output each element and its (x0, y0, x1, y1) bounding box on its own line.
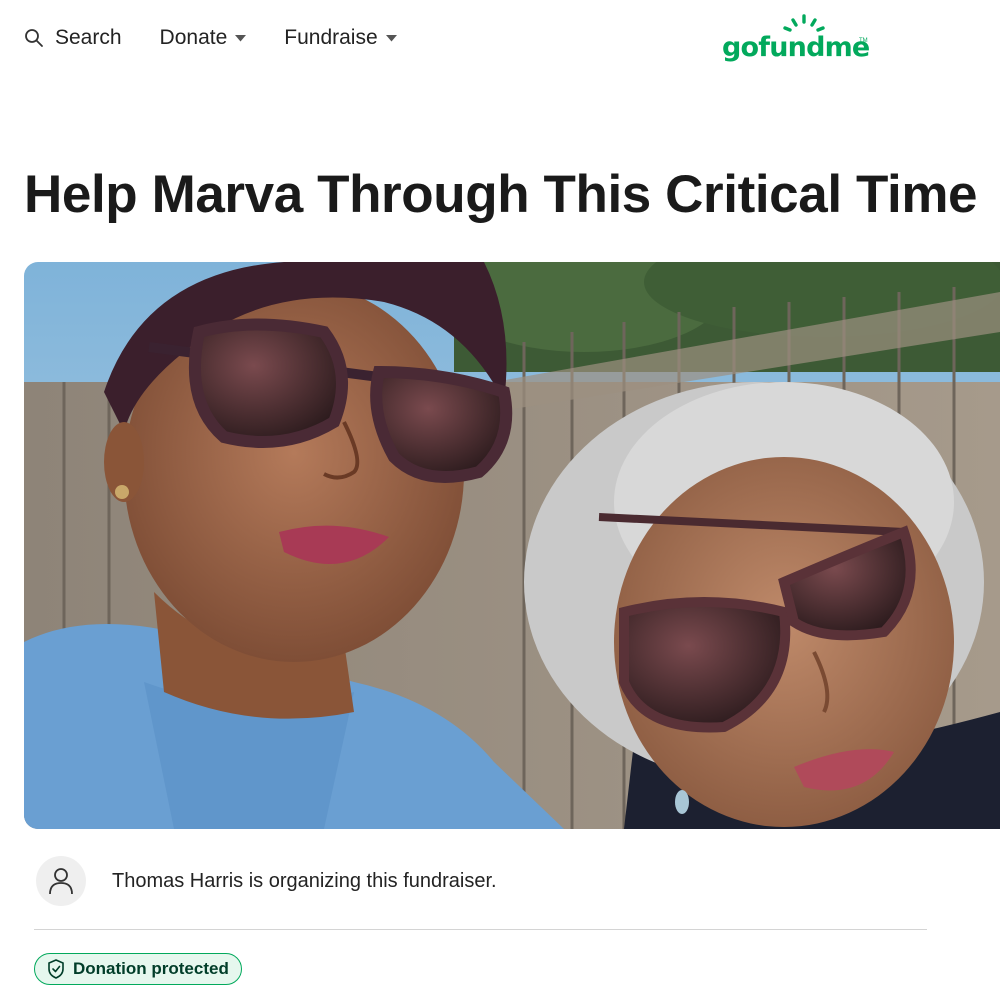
page-title: Help Marva Through This Critical Time (24, 165, 978, 224)
fundraiser-page: Search Donate Fundraise gofundme TM Help… (0, 0, 1000, 1000)
fundraise-menu[interactable]: Fundraise (284, 26, 397, 50)
campaign-photo[interactable] (24, 262, 1000, 829)
fundraise-label: Fundraise (284, 26, 378, 49)
organizer-row: Thomas Harris is organizing this fundrai… (36, 856, 497, 906)
donate-label: Donate (159, 26, 228, 49)
badge-label: Donation protected (73, 959, 229, 978)
chevron-down-icon (385, 34, 397, 42)
chevron-down-icon (235, 34, 247, 42)
search-icon (24, 28, 44, 48)
donate-menu[interactable]: Donate (160, 26, 247, 50)
nav-links: Search Donate Fundraise (24, 26, 435, 50)
logo-wordmark: gofundme (722, 32, 870, 63)
donation-protected-badge[interactable]: Donation protected (34, 953, 242, 985)
logo-trademark: TM (859, 38, 868, 44)
gofundme-logo[interactable]: gofundme TM (722, 14, 872, 68)
avatar[interactable] (36, 856, 86, 906)
shield-check-icon (48, 959, 64, 979)
top-navigation: Search Donate Fundraise gofundme TM (0, 0, 1000, 82)
organizer-text: Thomas Harris is organizing this fundrai… (112, 869, 497, 892)
divider (34, 929, 927, 930)
search-link[interactable]: Search (24, 26, 122, 50)
search-label: Search (55, 26, 122, 49)
person-icon (49, 868, 73, 895)
